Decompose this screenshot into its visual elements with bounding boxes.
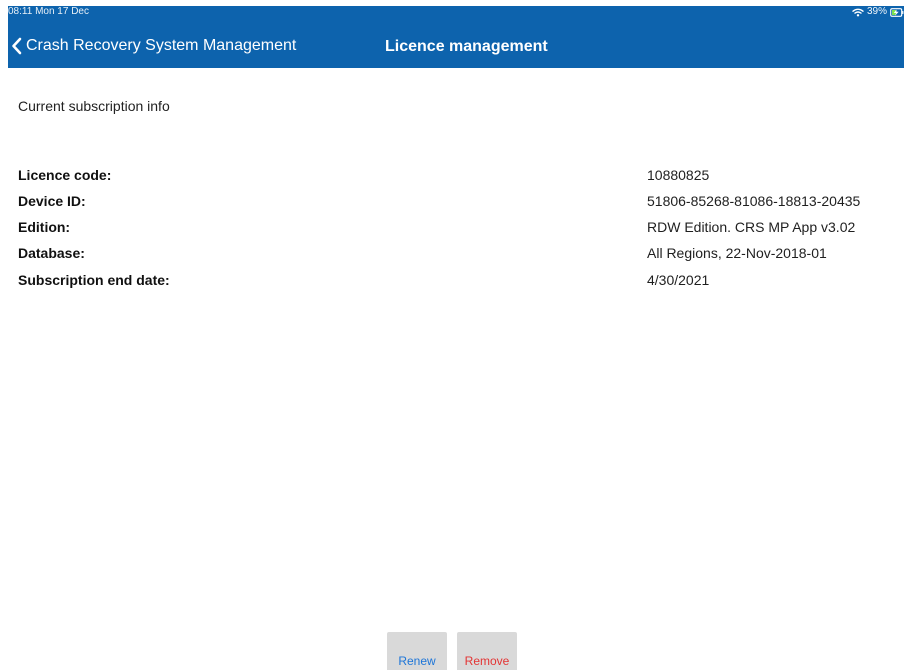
battery-percentage: 39% <box>866 6 887 17</box>
database-value: All Regions, 22-Nov-2018-01 <box>647 245 827 261</box>
device-id-row: Device ID: 51806-85268-81086-18813-20435 <box>8 192 904 218</box>
subscription-end-date-row: Subscription end date: 4/30/2021 <box>8 271 904 297</box>
top-navigation-bar: 08:11 Mon 17 Dec 39% Crash Recovery Syst… <box>8 6 904 68</box>
status-time-value: 08:11 <box>8 6 33 17</box>
licence-code-label: Licence code: <box>18 167 112 183</box>
app-window: 08:11 Mon 17 Dec 39% Crash Recovery Syst… <box>8 6 904 670</box>
subscription-end-date-label: Subscription end date: <box>18 272 170 288</box>
battery-charging-icon <box>890 7 904 17</box>
subscription-end-date-value: 4/30/2021 <box>647 272 710 288</box>
renew-button[interactable]: Renew <box>387 632 447 670</box>
status-date-value: Mon 17 Dec <box>35 6 89 17</box>
section-title: Current subscription info <box>18 98 170 114</box>
licence-code-value: 10880825 <box>647 167 710 183</box>
licence-code-row: Licence code: 10880825 <box>8 166 904 192</box>
remove-button[interactable]: Remove <box>457 632 517 670</box>
back-button[interactable]: Crash Recovery System Management <box>11 34 296 58</box>
chevron-left-icon <box>11 37 22 55</box>
edition-value: RDW Edition. CRS MP App v3.02 <box>647 219 856 235</box>
database-row: Database: All Regions, 22-Nov-2018-01 <box>8 244 904 270</box>
back-button-label: Crash Recovery System Management <box>26 37 297 54</box>
wifi-icon <box>852 8 864 17</box>
status-bar-indicators: 39% <box>852 6 904 18</box>
device-id-value: 51806-85268-81086-18813-20435 <box>647 193 861 209</box>
status-bar-time: 08:11 Mon 17 Dec <box>8 6 89 18</box>
edition-label: Edition: <box>18 219 71 235</box>
page-title: Licence management <box>385 38 548 55</box>
database-label: Database: <box>18 245 85 261</box>
device-id-label: Device ID: <box>18 193 86 209</box>
edition-row: Edition: RDW Edition. CRS MP App v3.02 <box>8 218 904 244</box>
